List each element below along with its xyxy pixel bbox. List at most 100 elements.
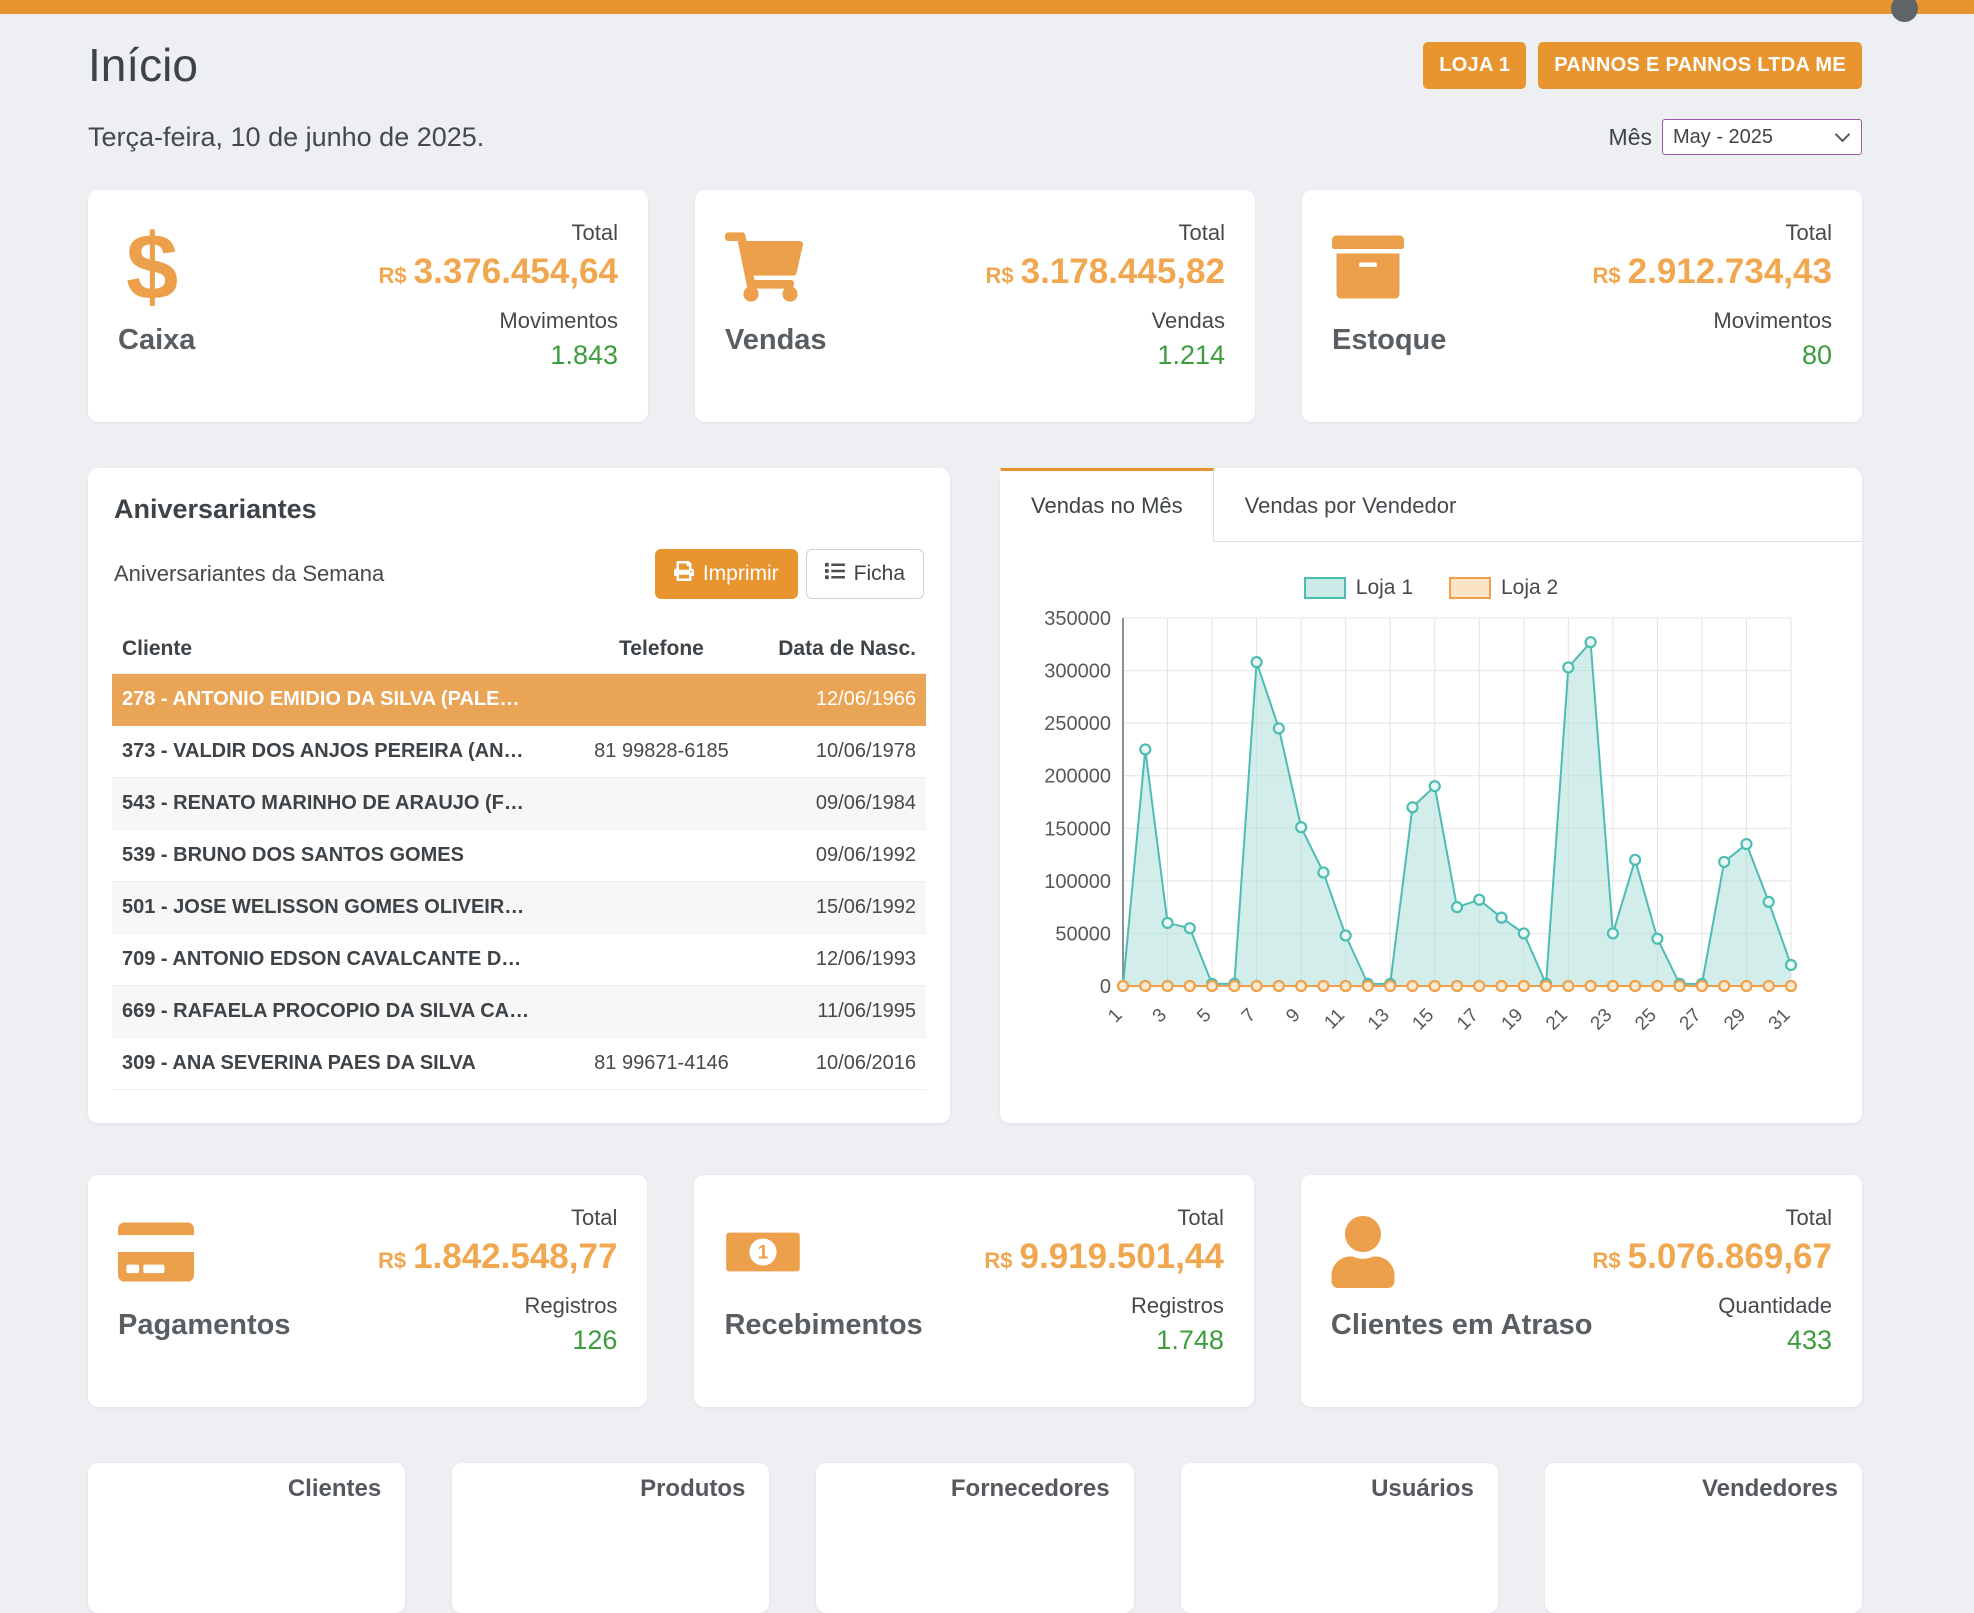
card-recebimentos: 1 Recebimentos Total R$9.919.501,44 Regi… (694, 1175, 1253, 1407)
table-row[interactable]: 278 - ANTONIO EMIDIO DA SILVA (PALE… 12/… (112, 674, 926, 726)
table-row[interactable]: 543 - RENATO MARINHO DE ARAUJO (F… 09/06… (112, 778, 926, 830)
col-nascimento: Data de Nasc. (763, 625, 926, 674)
card-label: Clientes em Atraso (1331, 1309, 1593, 1342)
table-header-row: Cliente Telefone Data de Nasc. (112, 625, 926, 674)
svg-text:29: 29 (1720, 1005, 1750, 1035)
svg-text:17: 17 (1453, 1005, 1483, 1035)
tab-vendas-no-mes[interactable]: Vendas no Mês (1000, 468, 1214, 542)
count-label: Quantidade (1593, 1293, 1833, 1319)
svg-text:25: 25 (1631, 1005, 1661, 1035)
money-bill-icon: 1 (724, 1205, 922, 1299)
count-label: Registros (984, 1293, 1224, 1319)
card-clientes-em-atraso: Clientes em Atraso Total R$5.076.869,67 … (1301, 1175, 1862, 1407)
page-title: Início (88, 38, 198, 92)
card-label: Estoque (1332, 324, 1446, 357)
middle-section: Aniversariantes Aniversariantes da Seman… (88, 468, 1862, 1123)
stats-row-top: $ Caixa Total R$3.376.454,64 Movimentos … (88, 190, 1862, 422)
svg-text:9: 9 (1282, 1005, 1304, 1027)
legend-loja1: Loja 1 (1304, 576, 1413, 600)
summary-card-clientes: Clientes (88, 1463, 405, 1613)
count-value: 1.214 (986, 340, 1226, 371)
aniversariantes-panel: Aniversariantes Aniversariantes da Seman… (88, 468, 950, 1123)
panel-title: Aniversariantes (114, 494, 924, 525)
total-label: Total (378, 1205, 618, 1231)
printer-icon (674, 561, 694, 587)
list-icon (825, 561, 845, 587)
count-value: 1.748 (984, 1325, 1224, 1356)
table-row[interactable]: 309 - ANA SEVERINA PAES DA SILVA 81 9967… (112, 1038, 926, 1090)
table-row[interactable]: 669 - RAFAELA PROCOPIO DA SILVA CA… 11/0… (112, 986, 926, 1038)
svg-text:7: 7 (1238, 1005, 1260, 1027)
svg-text:150000: 150000 (1044, 818, 1111, 840)
svg-text:300000: 300000 (1044, 661, 1111, 683)
store-badges: LOJA 1 PANNOS E PANNOS LTDA ME (1423, 42, 1862, 89)
count-value: 80 (1593, 340, 1833, 371)
bottom-summary-row: Clientes Produtos Fornecedores Usuários … (88, 1463, 1862, 1613)
summary-card-vendedores: Vendedores (1545, 1463, 1862, 1613)
summary-card-usuarios: Usuários (1181, 1463, 1498, 1613)
svg-text:100000: 100000 (1044, 871, 1111, 893)
total-amount: R$5.076.869,67 (1593, 1237, 1833, 1277)
dollar-icon: $ (118, 220, 195, 314)
total-amount: R$3.376.454,64 (379, 252, 619, 292)
table-row[interactable]: 373 - VALDIR DOS ANJOS PEREIRA (AN… 81 9… (112, 726, 926, 778)
table-row[interactable]: 709 - ANTONIO EDSON CAVALCANTE D… 12/06/… (112, 934, 926, 986)
svg-text:50000: 50000 (1055, 923, 1111, 945)
month-select[interactable]: May - 2025 (1662, 119, 1862, 155)
count-label: Movimentos (1593, 308, 1833, 334)
total-amount: R$2.912.734,43 (1593, 252, 1833, 292)
count-value: 126 (378, 1325, 618, 1356)
total-amount: R$3.178.445,82 (986, 252, 1226, 292)
card-label: Caixa (118, 324, 195, 357)
card-label: Pagamentos (118, 1309, 290, 1342)
count-value: 1.843 (379, 340, 619, 371)
credit-card-icon (118, 1205, 290, 1299)
total-label: Total (379, 220, 619, 246)
col-cliente: Cliente (112, 625, 560, 674)
total-label: Total (1593, 220, 1833, 246)
card-pagamentos: Pagamentos Total R$1.842.548,77 Registro… (88, 1175, 647, 1407)
chart-body: Loja 1 Loja 2 0 50000 100000 150000 200000 25… (1000, 542, 1862, 1090)
top-accent-bar (0, 0, 1974, 14)
total-label: Total (984, 1205, 1224, 1231)
table-row[interactable]: 539 - BRUNO DOS SANTOS GOMES 09/06/1992 (112, 830, 926, 882)
store-badge[interactable]: LOJA 1 (1423, 42, 1526, 89)
total-label: Total (1593, 1205, 1833, 1231)
svg-text:27: 27 (1676, 1005, 1706, 1035)
dashboard-page: Início LOJA 1 PANNOS E PANNOS LTDA ME Te… (0, 14, 1974, 1613)
ficha-button[interactable]: Ficha (806, 549, 924, 599)
svg-text:0: 0 (1100, 976, 1111, 998)
date-row: Terça-feira, 10 de junho de 2025. Mês Ma… (88, 118, 1862, 156)
card-estoque: Estoque Total R$2.912.734,43 Movimentos … (1302, 190, 1862, 422)
card-label: Recebimentos (724, 1309, 922, 1342)
chart-tabs: Vendas no Mês Vendas por Vendedor (1000, 468, 1862, 542)
count-label: Registros (378, 1293, 618, 1319)
tab-vendas-por-vendedor[interactable]: Vendas por Vendedor (1214, 468, 1488, 542)
current-date: Terça-feira, 10 de junho de 2025. (88, 122, 484, 153)
svg-text:200000: 200000 (1044, 766, 1111, 788)
summary-card-produtos: Produtos (452, 1463, 769, 1613)
archive-box-icon (1332, 220, 1446, 314)
company-badge[interactable]: PANNOS E PANNOS LTDA ME (1538, 42, 1862, 89)
loja1-swatch (1304, 577, 1346, 599)
total-amount: R$9.919.501,44 (984, 1237, 1224, 1277)
user-icon (1331, 1205, 1593, 1299)
svg-text:21: 21 (1542, 1005, 1572, 1035)
svg-text:350000: 350000 (1044, 608, 1111, 630)
month-picker: Mês May - 2025 (1609, 119, 1862, 155)
svg-text:1: 1 (1104, 1005, 1126, 1027)
card-label: Vendas (725, 324, 827, 357)
print-button[interactable]: Imprimir (655, 549, 798, 599)
col-telefone: Telefone (560, 625, 764, 674)
sales-chart: 0500001000001500002000002500003000003500… (1031, 602, 1831, 1072)
month-label: Mês (1609, 124, 1652, 151)
cart-icon (725, 220, 827, 314)
table-row[interactable]: 501 - JOSE WELISSON GOMES OLIVEIR… 15/06… (112, 882, 926, 934)
month-select-wrap: May - 2025 (1662, 119, 1862, 155)
aniversariantes-table-wrap: Cliente Telefone Data de Nasc. 278 - ANT… (88, 599, 950, 1090)
legend-loja2: Loja 2 (1449, 576, 1558, 600)
svg-text:23: 23 (1587, 1005, 1617, 1035)
svg-text:19: 19 (1498, 1005, 1528, 1035)
count-label: Movimentos (379, 308, 619, 334)
svg-text:13: 13 (1364, 1005, 1394, 1035)
